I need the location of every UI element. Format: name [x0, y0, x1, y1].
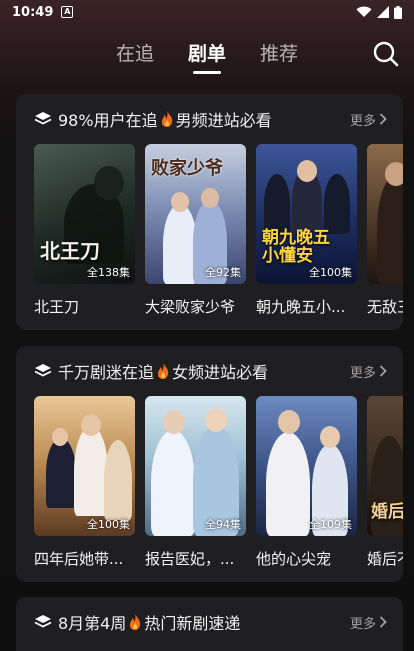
drama-title: 报告医妃，... — [145, 550, 235, 568]
chevron-right-icon — [379, 616, 387, 628]
more-label: 更多 — [349, 365, 376, 381]
flame-icon — [157, 363, 169, 379]
section-title-post: 男频进站必看 — [175, 111, 272, 130]
section-card-new: 8月第4周 热门新剧速递 更多 — [16, 597, 403, 651]
section-title: 千万剧迷在追 女频进站必看 — [58, 359, 268, 383]
tab-following[interactable]: 在追 — [116, 36, 154, 72]
signal-icon — [377, 6, 389, 18]
poster-title: 败家少爷 — [151, 158, 223, 179]
poster-title: 婚后 — [371, 502, 403, 523]
layers-icon — [34, 364, 52, 377]
drama-title: 朝九晚五小... — [256, 298, 346, 316]
battery-icon — [394, 5, 402, 19]
section-card-female: 千万剧迷在追 女频进站必看 更多 全100集 四年后她带... 全94集 报告医… — [16, 346, 403, 582]
section-title-post: 热门新剧速递 — [144, 614, 241, 633]
section-card-male: 98%用户在追 男频进站必看 更多 北王刀 全138集 北王刀 败家少爷 全92… — [16, 94, 403, 330]
drama-title: 婚后不 — [367, 550, 403, 568]
poster-image: 北王刀 全138集 — [34, 144, 135, 284]
section-header: 98%用户在追 男频进站必看 更多 — [16, 94, 403, 144]
status-icons — [356, 5, 402, 19]
status-bar: 10:49 A — [0, 0, 414, 24]
episode-count: 全94集 — [205, 518, 241, 531]
top-tabs: 在追 剧单 推荐 — [0, 34, 414, 74]
drama-item[interactable]: 婚后 婚后不 — [367, 396, 403, 569]
more-label: 更多 — [349, 113, 376, 129]
wifi-icon — [356, 6, 372, 17]
drama-item[interactable]: 无敌三 — [367, 144, 403, 317]
layers-icon — [34, 615, 52, 628]
episode-count: 全109集 — [309, 518, 352, 531]
poster-image — [367, 144, 403, 284]
poster-title: 北王刀 — [40, 239, 100, 263]
poster-image: 败家少爷 全92集 — [145, 144, 246, 284]
poster-image: 全94集 — [145, 396, 246, 536]
chevron-right-icon — [379, 365, 387, 377]
more-link[interactable]: 更多 — [350, 362, 387, 381]
poster-image: 全109集 — [256, 396, 357, 536]
section-title: 98%用户在追 男频进站必看 — [58, 107, 272, 131]
poster-image: 婚后 — [367, 396, 403, 536]
more-link[interactable]: 更多 — [350, 613, 387, 632]
flame-icon — [161, 111, 172, 127]
drama-title: 北王刀 — [34, 298, 80, 316]
drama-item[interactable]: 朝九晚五 小懂安 全100集 朝九晚五小... — [256, 144, 357, 317]
drama-item[interactable]: 全109集 他的心尖宠 — [256, 396, 357, 569]
tab-recommend[interactable]: 推荐 — [260, 36, 298, 72]
section-title-post: 女频进站必看 — [172, 363, 269, 382]
drama-row: 全100集 四年后她带... 全94集 报告医妃，... 全109集 他的心尖宠… — [16, 396, 403, 569]
section-title-pre: 98%用户在追 — [58, 111, 158, 130]
layers-icon — [34, 112, 52, 125]
drama-item[interactable]: 败家少爷 全92集 大梁败家少爷 — [145, 144, 246, 317]
drama-item[interactable]: 北王刀 全138集 北王刀 — [34, 144, 135, 317]
drama-title: 他的心尖宠 — [256, 550, 332, 568]
poster-image: 全100集 — [34, 396, 135, 536]
status-time: 10:49 — [12, 4, 54, 20]
more-link[interactable]: 更多 — [350, 110, 387, 129]
drama-title: 无敌三 — [367, 298, 403, 316]
tab-playlist[interactable]: 剧单 — [188, 36, 226, 74]
search-icon[interactable] — [372, 40, 400, 68]
section-header: 千万剧迷在追 女频进站必看 更多 — [16, 346, 403, 396]
drama-item[interactable]: 全100集 四年后她带... — [34, 396, 135, 569]
drama-title: 四年后她带... — [34, 550, 124, 568]
section-title-pre: 千万剧迷在追 — [58, 363, 155, 382]
section-title-pre: 8月第4周 — [58, 614, 127, 633]
episode-count: 全100集 — [309, 266, 352, 279]
notification-icon: A — [61, 6, 74, 18]
section-title: 8月第4周 热门新剧速递 — [58, 610, 240, 634]
chevron-right-icon — [379, 113, 387, 125]
episode-count: 全138集 — [87, 266, 130, 279]
drama-row: 北王刀 全138集 北王刀 败家少爷 全92集 大梁败家少爷 朝九晚五 小懂安 … — [16, 144, 403, 317]
more-label: 更多 — [349, 616, 376, 632]
drama-item[interactable]: 全94集 报告医妃，... — [145, 396, 246, 569]
poster-image: 朝九晚五 小懂安 全100集 — [256, 144, 357, 284]
episode-count: 全92集 — [205, 266, 241, 279]
episode-count: 全100集 — [87, 518, 130, 531]
drama-title: 大梁败家少爷 — [145, 298, 236, 316]
poster-title: 朝九晚五 小懂安 — [262, 228, 330, 267]
flame-icon — [130, 614, 141, 630]
section-header: 8月第4周 热门新剧速递 更多 — [16, 597, 403, 647]
